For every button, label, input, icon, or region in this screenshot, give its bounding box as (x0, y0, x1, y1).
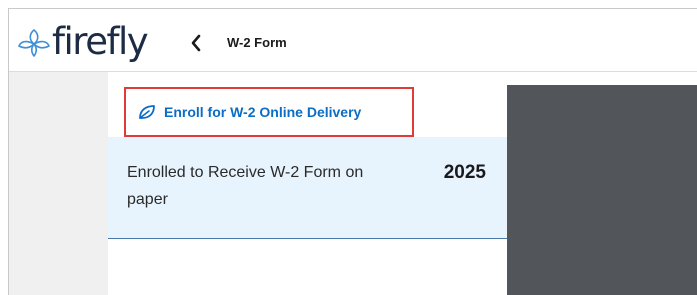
page-title: W-2 Form (227, 35, 287, 50)
tax-year: 2025 (443, 162, 486, 183)
chevron-left-icon[interactable] (189, 33, 203, 53)
top-header: firefly W-2 Form (9, 9, 697, 72)
logo-wordmark: firefly (52, 20, 149, 63)
leaf-icon (139, 105, 155, 119)
w2-status-card[interactable]: Enrolled to Receive W-2 Form on paper 20… (108, 137, 507, 239)
firefly-icon (18, 29, 50, 57)
left-rail (9, 72, 108, 295)
enroll-link-label: Enroll for W-2 Online Delivery (164, 104, 362, 120)
enrollment-status-text: Enrolled to Receive W-2 Form on paper (127, 164, 364, 208)
firefly-logo[interactable]: firefly (17, 20, 149, 63)
enroll-online-delivery-link[interactable]: Enroll for W-2 Online Delivery (124, 87, 414, 137)
content-pane-dark (507, 85, 697, 295)
